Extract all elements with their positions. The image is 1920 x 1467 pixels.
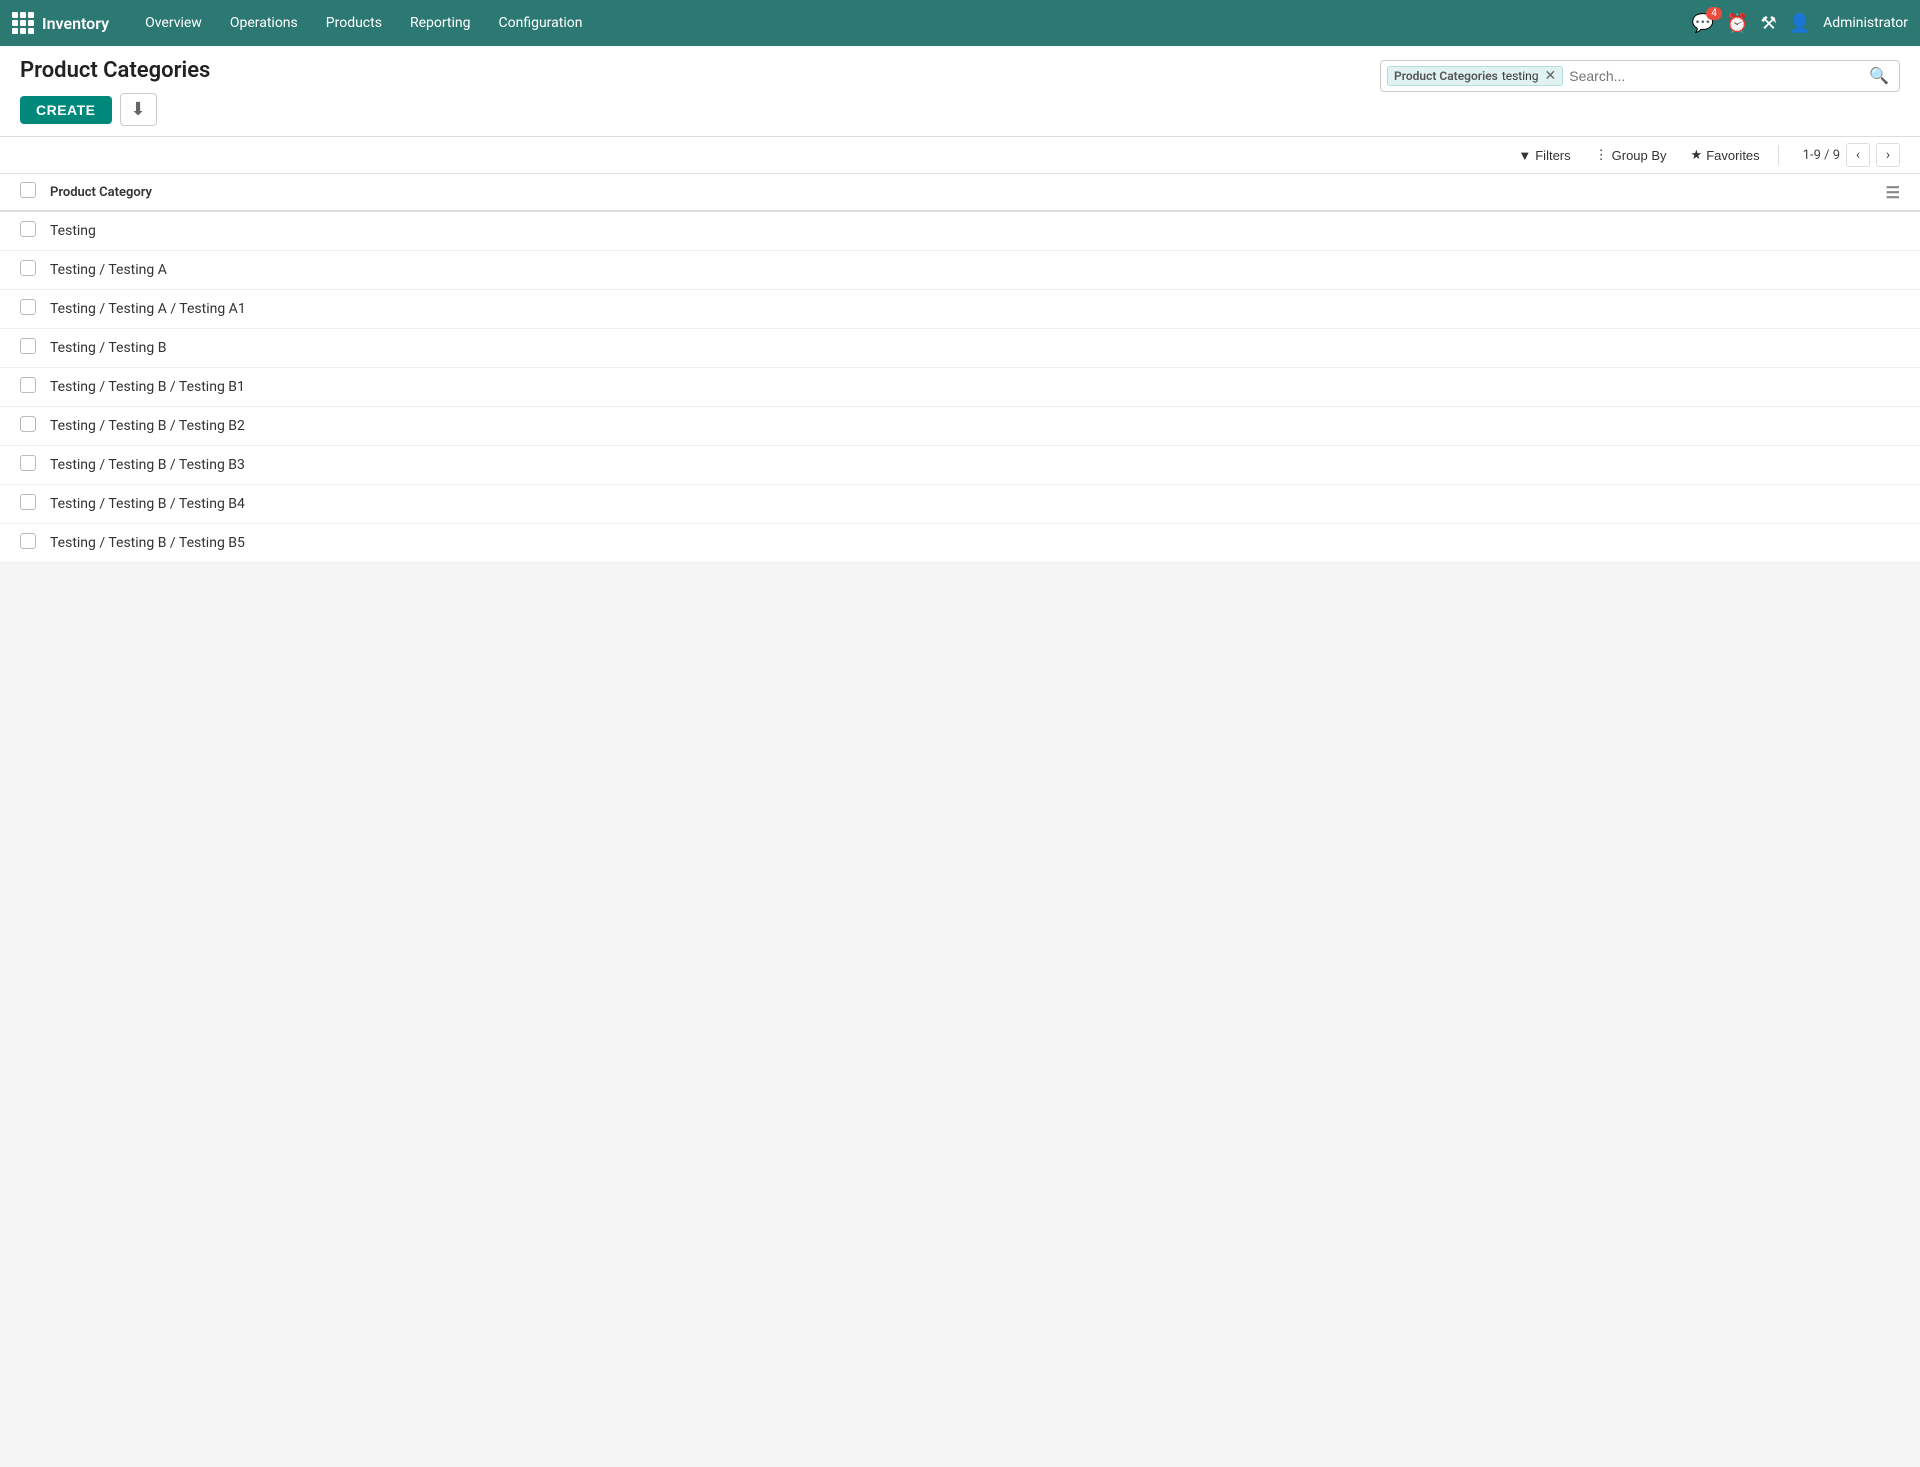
row-text-6: Testing / Testing B / Testing B3 (50, 457, 1900, 473)
pagination-next[interactable]: › (1876, 143, 1900, 167)
row-checkbox-6[interactable] (20, 455, 50, 475)
star-icon: ★ (1691, 147, 1703, 163)
list-item[interactable]: Testing / Testing B (0, 329, 1920, 368)
pagination-prev[interactable]: ‹ (1846, 143, 1870, 167)
groupby-label: Group By (1612, 148, 1667, 163)
row-checkbox-0[interactable] (20, 221, 50, 241)
header-checkbox[interactable] (20, 182, 50, 202)
favorites-label: Favorites (1706, 148, 1759, 163)
row-checkbox-7[interactable] (20, 494, 50, 514)
user-icon[interactable]: 👤 (1789, 13, 1811, 34)
nav-operations[interactable]: Operations (218, 9, 310, 37)
list-item[interactable]: Testing / Testing B / Testing B3 (0, 446, 1920, 485)
list-container: Product Category ☰ Testing Testing / Tes… (0, 174, 1920, 563)
column-header-product-category: Product Category (50, 185, 152, 200)
select-all-checkbox[interactable] (20, 182, 36, 198)
settings-icon[interactable]: ⚒ (1761, 13, 1777, 34)
page-title: Product Categories (20, 58, 210, 83)
row-text-1: Testing / Testing A (50, 262, 1900, 278)
top-navigation: Inventory Overview Operations Products R… (0, 0, 1920, 46)
row-checkbox-4[interactable] (20, 377, 50, 397)
groupby-button[interactable]: ⋮ Group By (1585, 143, 1677, 167)
row-checkbox-8[interactable] (20, 533, 50, 553)
list-item[interactable]: Testing / Testing A / Testing A1 (0, 290, 1920, 329)
apps-icon[interactable] (12, 12, 34, 34)
filters-label: Filters (1535, 148, 1570, 163)
top-menu: Overview Operations Products Reporting C… (133, 9, 1692, 37)
user-label[interactable]: Administrator (1823, 15, 1908, 31)
list-settings-icon[interactable]: ☰ (1886, 183, 1900, 202)
favorites-button[interactable]: ★ Favorites (1681, 143, 1770, 167)
row-text-2: Testing / Testing A / Testing A1 (50, 301, 1900, 317)
list-item[interactable]: Testing / Testing B / Testing B4 (0, 485, 1920, 524)
pagination: 1-9 / 9 ‹ › (1803, 143, 1900, 167)
filter-icon: ▼ (1518, 148, 1531, 163)
row-checkbox-5[interactable] (20, 416, 50, 436)
row-checkbox-3[interactable] (20, 338, 50, 358)
search-tag-close[interactable]: ✕ (1545, 68, 1557, 84)
filters-button[interactable]: ▼ Filters (1508, 144, 1580, 167)
search-tag: Product Categories testing ✕ (1387, 66, 1563, 86)
row-text-0: Testing (50, 223, 1900, 239)
row-text-3: Testing / Testing B (50, 340, 1900, 356)
row-checkbox-2[interactable] (20, 299, 50, 319)
chat-badge: 4 (1706, 7, 1722, 20)
nav-configuration[interactable]: Configuration (487, 9, 595, 37)
row-text-8: Testing / Testing B / Testing B5 (50, 535, 1900, 551)
create-button[interactable]: CREATE (20, 96, 112, 124)
list-item[interactable]: Testing (0, 212, 1920, 251)
list-item[interactable]: Testing / Testing A (0, 251, 1920, 290)
pagination-text: 1-9 / 9 (1803, 148, 1840, 163)
search-tag-value: testing (1502, 69, 1539, 83)
export-button[interactable]: ⬇ (120, 93, 157, 126)
topnav-right: 💬 4 ⏰ ⚒ 👤 Administrator (1692, 13, 1908, 34)
main-content-area (0, 563, 1920, 1467)
toolbar: ▼ Filters ⋮ Group By ★ Favorites 1-9 / 9… (0, 137, 1920, 174)
nav-overview[interactable]: Overview (133, 9, 214, 37)
nav-products[interactable]: Products (314, 9, 394, 37)
chat-icon[interactable]: 💬 4 (1692, 13, 1714, 34)
list-header: Product Category ☰ (0, 174, 1920, 212)
search-tag-label: Product Categories (1394, 69, 1498, 83)
row-checkbox-1[interactable] (20, 260, 50, 280)
row-text-4: Testing / Testing B / Testing B1 (50, 379, 1900, 395)
search-icon[interactable]: 🔍 (1863, 66, 1895, 85)
page-header: Product Categories Product Categories te… (0, 46, 1920, 137)
list-item[interactable]: Testing / Testing B / Testing B1 (0, 368, 1920, 407)
clock-icon[interactable]: ⏰ (1726, 13, 1748, 34)
row-text-5: Testing / Testing B / Testing B2 (50, 418, 1900, 434)
search-input[interactable] (1565, 66, 1863, 86)
nav-reporting[interactable]: Reporting (398, 9, 483, 37)
page-actions: CREATE ⬇ (20, 93, 1900, 136)
list-item[interactable]: Testing / Testing B / Testing B2 (0, 407, 1920, 446)
list-item[interactable]: Testing / Testing B / Testing B5 (0, 524, 1920, 563)
groupby-icon: ⋮ (1595, 147, 1608, 163)
app-brand[interactable]: Inventory (42, 14, 109, 33)
toolbar-separator (1778, 145, 1779, 165)
row-text-7: Testing / Testing B / Testing B4 (50, 496, 1900, 512)
search-container: Product Categories testing ✕ 🔍 (1380, 60, 1900, 92)
